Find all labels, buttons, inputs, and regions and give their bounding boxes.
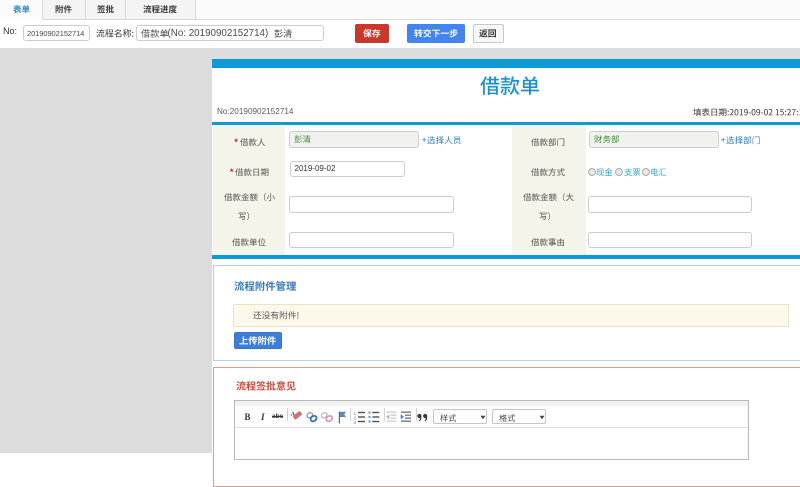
svg-text:3: 3 — [354, 420, 357, 425]
